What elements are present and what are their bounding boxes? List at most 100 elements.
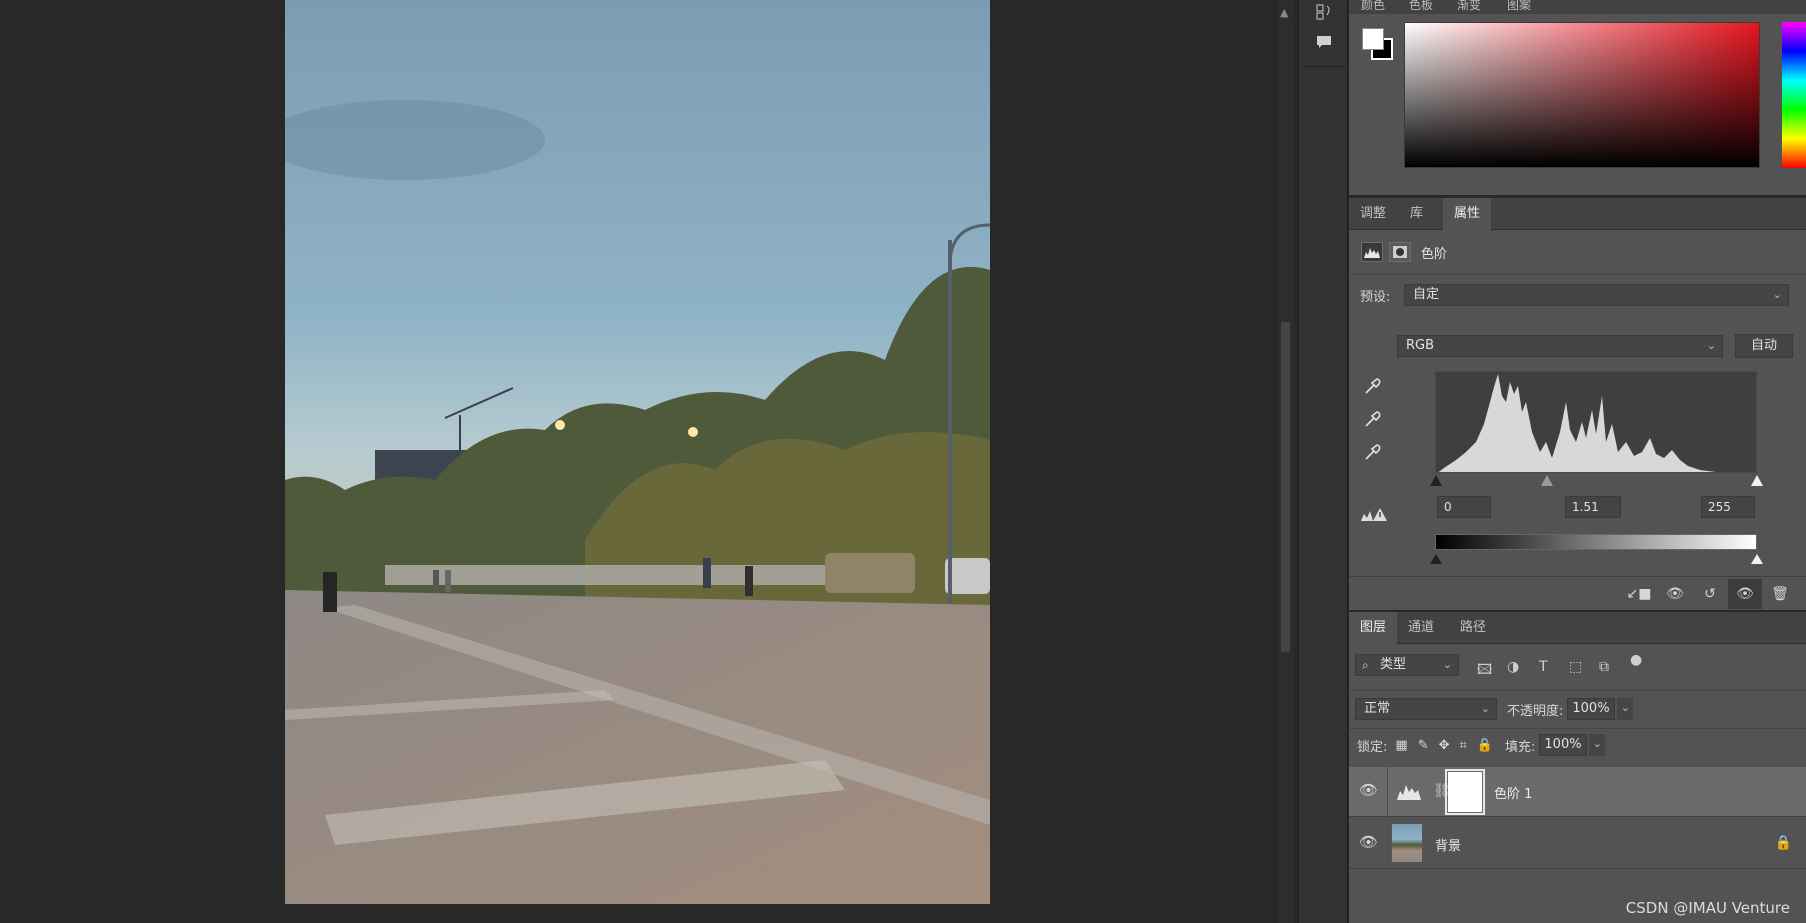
properties-footer: ↙■ 👁 ↺ 👁 🗑 bbox=[1349, 576, 1806, 610]
panel-icon-strip bbox=[1298, 0, 1348, 923]
search-icon: ⌕ bbox=[1362, 658, 1369, 672]
preset-label: 预设: bbox=[1360, 289, 1391, 305]
properties-panel: 调整 库 属性 色阶 预设: 自定 ⌄ RGB ⌄ 自动 0 1.51 255 … bbox=[1349, 198, 1806, 610]
comment-icon[interactable] bbox=[1314, 32, 1334, 52]
reset-icon[interactable]: ↺ bbox=[1699, 585, 1721, 603]
layer-name[interactable]: 色阶 1 bbox=[1494, 783, 1532, 802]
black-output-slider[interactable] bbox=[1430, 554, 1442, 564]
chevron-down-icon: ⌄ bbox=[1480, 702, 1490, 715]
fill-input[interactable]: 100% bbox=[1539, 734, 1588, 756]
opacity-label: 不透明度: bbox=[1507, 703, 1564, 719]
hue-slider[interactable] bbox=[1782, 22, 1806, 168]
chevron-down-icon: ⌄ bbox=[1442, 658, 1452, 671]
layers-tabs: 图层 通道 路径 bbox=[1349, 612, 1806, 644]
filter-divider bbox=[1349, 690, 1806, 691]
opacity-input[interactable]: 100% bbox=[1567, 698, 1616, 720]
white-input-slider[interactable] bbox=[1751, 475, 1763, 486]
color-panel: 颜色 色板 渐变 图案 bbox=[1349, 0, 1806, 197]
lock-pixels-icon[interactable]: ✎ bbox=[1418, 738, 1429, 753]
type-filter-icon[interactable]: T bbox=[1539, 659, 1548, 675]
tab-gradients[interactable]: 渐变 bbox=[1457, 0, 1481, 14]
tab-channels[interactable]: 通道 bbox=[1397, 612, 1445, 644]
output-levels-gradient bbox=[1435, 534, 1757, 550]
color-field[interactable] bbox=[1404, 22, 1760, 168]
shape-filter-icon[interactable]: ⬚ bbox=[1569, 659, 1582, 675]
clipping-warning-icon[interactable] bbox=[1361, 506, 1387, 526]
adjustment-title: 色阶 bbox=[1421, 246, 1448, 262]
lock-label: 锁定: bbox=[1357, 739, 1388, 755]
canvas-vertical-scrollbar[interactable]: ▲ bbox=[1276, 0, 1294, 923]
watermark-text: CSDN @IMAU Venture bbox=[1625, 899, 1790, 917]
pixel-filter-icon[interactable]: 🖾 bbox=[1477, 659, 1492, 683]
layers-panel: 图层 通道 路径 ⌕ 类型 ⌄ 🖾 ◑ T ⬚ ⧉ ● 正常 ⌄ 不透明度: 1… bbox=[1349, 612, 1806, 923]
input-white-value[interactable]: 255 bbox=[1701, 496, 1755, 518]
tab-swatches[interactable]: 色板 bbox=[1409, 0, 1433, 14]
levels-histogram bbox=[1435, 371, 1757, 473]
gray-point-eyedropper-icon[interactable] bbox=[1363, 409, 1383, 433]
layer-row-levels[interactable]: 👁 ⛓ 色阶 1 bbox=[1349, 767, 1806, 817]
layer-row-background[interactable]: 👁 背景 🔒 bbox=[1349, 819, 1806, 869]
blend-mode-value: 正常 bbox=[1364, 701, 1391, 716]
lock-artboard-icon[interactable]: ⌗ bbox=[1460, 738, 1467, 753]
delete-icon[interactable]: 🗑 bbox=[1769, 585, 1791, 603]
chevron-down-icon: ⌄ bbox=[1706, 339, 1716, 352]
tab-paths[interactable]: 路径 bbox=[1449, 612, 1497, 644]
black-point-eyedropper-icon[interactable] bbox=[1363, 376, 1383, 400]
history-icon[interactable] bbox=[1314, 2, 1334, 22]
blend-mode-select[interactable]: 正常 ⌄ bbox=[1355, 698, 1497, 720]
preset-value: 自定 bbox=[1413, 287, 1440, 302]
input-gamma-value[interactable]: 1.51 bbox=[1565, 496, 1621, 518]
foreground-color-swatch[interactable] bbox=[1362, 28, 1384, 50]
channel-row: RGB ⌄ 自动 bbox=[1397, 334, 1793, 358]
layer-filter-row: ⌕ 类型 ⌄ bbox=[1355, 654, 1459, 676]
tab-patterns[interactable]: 图案 bbox=[1507, 0, 1531, 14]
fill-label: 填充: bbox=[1505, 739, 1536, 755]
opacity-dropdown-icon[interactable]: ⌄ bbox=[1617, 698, 1634, 720]
lock-position-icon[interactable]: ✥ bbox=[1439, 738, 1450, 753]
fill-dropdown-icon[interactable]: ⌄ bbox=[1589, 734, 1606, 756]
mask-icon[interactable] bbox=[1389, 242, 1411, 262]
view-previous-state-icon[interactable]: 👁 bbox=[1663, 585, 1687, 603]
document-canvas[interactable] bbox=[0, 0, 1276, 923]
input-black-value[interactable]: 0 bbox=[1437, 496, 1491, 518]
scroll-up-icon[interactable]: ▲ bbox=[1280, 6, 1288, 19]
layer-name[interactable]: 背景 bbox=[1435, 835, 1461, 854]
filter-toggle-icon[interactable]: ● bbox=[1630, 652, 1642, 668]
lock-icon: 🔒 bbox=[1774, 835, 1792, 851]
chevron-down-icon: ⌄ bbox=[1772, 288, 1782, 301]
auto-button[interactable]: 自动 bbox=[1735, 334, 1793, 358]
properties-tabs: 调整 库 属性 bbox=[1349, 198, 1806, 230]
smart-object-filter-icon[interactable]: ⧉ bbox=[1599, 659, 1609, 675]
row-divider bbox=[1387, 819, 1388, 869]
channel-select[interactable]: RGB ⌄ bbox=[1397, 335, 1723, 357]
tab-libraries[interactable]: 库 bbox=[1399, 198, 1434, 230]
gamma-input-slider[interactable] bbox=[1541, 475, 1553, 486]
tab-color[interactable]: 颜色 bbox=[1361, 0, 1385, 14]
layer-mask-thumbnail[interactable] bbox=[1445, 769, 1485, 815]
scrollbar-thumb[interactable] bbox=[1281, 322, 1290, 652]
layer-visibility-eye-icon[interactable]: 👁 bbox=[1359, 781, 1378, 799]
layer-image-thumbnail[interactable] bbox=[1392, 824, 1422, 862]
strip-divider bbox=[1303, 66, 1345, 67]
clip-to-layer-icon[interactable]: ↙■ bbox=[1627, 585, 1652, 603]
preset-row: 预设: 自定 ⌄ bbox=[1360, 284, 1789, 306]
layer-filter-value: 类型 bbox=[1380, 657, 1407, 672]
tab-layers[interactable]: 图层 bbox=[1349, 612, 1398, 644]
white-output-slider[interactable] bbox=[1751, 554, 1763, 564]
lock-all-icon[interactable]: 🔒 bbox=[1477, 738, 1493, 753]
preset-select[interactable]: 自定 ⌄ bbox=[1404, 284, 1789, 306]
blend-divider bbox=[1349, 728, 1806, 729]
black-input-slider[interactable] bbox=[1430, 475, 1442, 486]
toggle-visibility-icon[interactable]: 👁 bbox=[1728, 579, 1762, 609]
tab-adjustments[interactable]: 调整 bbox=[1349, 198, 1397, 230]
levels-histogram-icon[interactable] bbox=[1361, 242, 1383, 262]
layer-filter-select[interactable]: ⌕ 类型 ⌄ bbox=[1355, 654, 1459, 676]
levels-layer-icon bbox=[1397, 782, 1421, 804]
photo-street-dusk[interactable] bbox=[285, 0, 990, 904]
blend-row: 正常 ⌄ 不透明度: 100% ⌄ bbox=[1355, 698, 1634, 720]
lock-transparent-icon[interactable]: ▦ bbox=[1395, 738, 1407, 753]
white-point-eyedropper-icon[interactable] bbox=[1363, 442, 1383, 466]
layer-visibility-eye-icon[interactable]: 👁 bbox=[1359, 833, 1378, 851]
tab-properties[interactable]: 属性 bbox=[1443, 198, 1492, 230]
adjustment-filter-icon[interactable]: ◑ bbox=[1507, 659, 1519, 675]
